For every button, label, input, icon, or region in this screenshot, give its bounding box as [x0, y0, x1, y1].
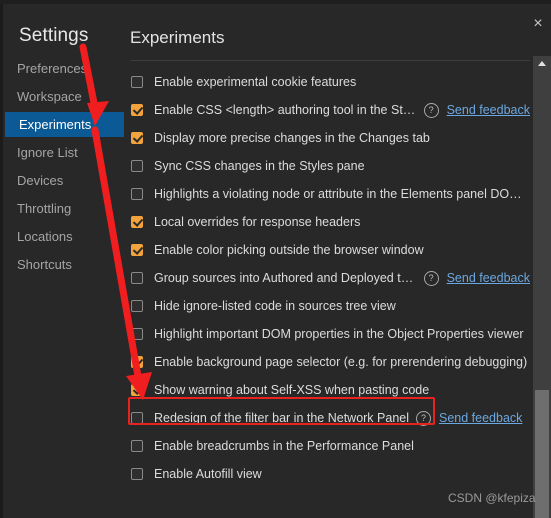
experiment-label: Enable Autofill view: [154, 467, 262, 481]
experiment-label: Highlights a violating node or attribute…: [154, 187, 530, 201]
checkbox-unchecked-icon[interactable]: [131, 76, 143, 88]
checkbox-checked-icon[interactable]: [131, 384, 143, 396]
experiment-row[interactable]: Display more precise changes in the Chan…: [125, 124, 530, 152]
sidebar-item-label: Locations: [17, 229, 73, 244]
checkbox-checked-icon[interactable]: [131, 216, 143, 228]
checkbox-unchecked-icon[interactable]: [131, 440, 143, 452]
experiment-row[interactable]: Show warning about Self-XSS when pasting…: [125, 376, 530, 404]
experiment-label: Sync CSS changes in the Styles pane: [154, 159, 365, 173]
settings-content-pane: Experiments Enable experimental cookie f…: [125, 4, 551, 518]
experiment-row[interactable]: Enable background page selector (e.g. fo…: [125, 348, 530, 376]
experiment-label: Redesign of the filter bar in the Networ…: [154, 411, 409, 425]
experiment-row[interactable]: Enable breadcrumbs in the Performance Pa…: [125, 432, 530, 460]
experiment-label: Enable experimental cookie features: [154, 75, 357, 89]
checkbox-unchecked-icon[interactable]: [131, 412, 143, 424]
settings-sidebar: Settings Preferences Workspace Experiments…: [3, 4, 125, 518]
sidebar-item-label: Shortcuts: [17, 257, 72, 272]
page-title: Experiments: [130, 28, 225, 47]
sidebar-item-throttling[interactable]: Throttling: [3, 196, 125, 221]
experiment-row[interactable]: Enable color picking outside the browser…: [125, 236, 530, 264]
experiment-label: Display more precise changes in the Chan…: [154, 131, 430, 145]
sidebar-item-locations[interactable]: Locations: [3, 224, 125, 249]
experiment-label: Enable background page selector (e.g. fo…: [154, 355, 528, 369]
checkbox-unchecked-icon[interactable]: [131, 188, 143, 200]
sidebar-item-label: Preferences: [17, 61, 88, 76]
experiment-label: Highlight important DOM properties in th…: [154, 327, 524, 341]
experiment-row[interactable]: Hide ignore-listed code in sources tree …: [125, 292, 530, 320]
scroll-up-arrow-icon[interactable]: [533, 56, 551, 70]
send-feedback-link[interactable]: Send feedback: [447, 271, 530, 285]
checkbox-unchecked-icon[interactable]: [131, 272, 143, 284]
experiment-label: Group sources into Authored and Deployed…: [154, 271, 417, 285]
sidebar-item-preferences[interactable]: Preferences: [3, 56, 125, 81]
experiment-row[interactable]: Redesign of the filter bar in the Networ…: [125, 404, 530, 432]
checkbox-checked-icon[interactable]: [131, 244, 143, 256]
checkbox-unchecked-icon[interactable]: [131, 328, 143, 340]
checkbox-unchecked-icon[interactable]: [131, 300, 143, 312]
send-feedback-link[interactable]: Send feedback: [447, 103, 530, 117]
settings-dialog: Settings Preferences Workspace Experiments…: [0, 0, 551, 518]
sidebar-item-label: Devices: [17, 173, 64, 188]
sidebar-item-experiments[interactable]: Experiments: [5, 112, 124, 137]
sidebar-item-label: Experiments: [19, 117, 92, 132]
experiment-row[interactable]: Enable Autofill view: [125, 460, 530, 488]
sidebar-item-shortcuts[interactable]: Shortcuts: [3, 252, 125, 277]
close-icon[interactable]: ×: [528, 14, 548, 34]
experiment-row[interactable]: Highlights a violating node or attribute…: [125, 180, 530, 208]
checkbox-checked-icon[interactable]: [131, 356, 143, 368]
experiment-label: Hide ignore-listed code in sources tree …: [154, 299, 396, 313]
sidebar-title: Settings: [19, 25, 89, 46]
checkbox-checked-icon[interactable]: [131, 104, 143, 116]
experiment-label: Show warning about Self-XSS when pasting…: [154, 383, 430, 397]
help-question-icon[interactable]: ?: [423, 270, 439, 286]
experiment-row[interactable]: Sync CSS changes in the Styles pane: [125, 152, 530, 180]
sidebar-item-label: Ignore List: [17, 145, 78, 160]
experiment-row[interactable]: Group sources into Authored and Deployed…: [125, 264, 530, 292]
experiment-row[interactable]: Highlight important DOM properties in th…: [125, 320, 530, 348]
sidebar-item-devices[interactable]: Devices: [3, 168, 125, 193]
experiment-row[interactable]: Local overrides for response headers: [125, 208, 530, 236]
checkbox-unchecked-icon[interactable]: [131, 160, 143, 172]
experiment-label: Local overrides for response headers: [154, 215, 361, 229]
checkbox-checked-icon[interactable]: [131, 132, 143, 144]
scrollbar-thumb[interactable]: [535, 390, 549, 518]
experiment-label: Enable color picking outside the browser…: [154, 243, 424, 257]
checkbox-unchecked-icon[interactable]: [131, 468, 143, 480]
sidebar-item-ignore-list[interactable]: Ignore List: [3, 140, 125, 165]
experiments-list: Enable experimental cookie features Enabl…: [125, 68, 530, 488]
sidebar-item-label: Throttling: [17, 201, 72, 216]
sidebar-item-workspace[interactable]: Workspace: [3, 84, 125, 109]
sidebar-item-label: Workspace: [17, 89, 82, 104]
help-question-icon[interactable]: ?: [423, 102, 439, 118]
experiment-row[interactable]: Enable CSS <length> authoring tool in th…: [125, 96, 530, 124]
title-divider: [130, 60, 530, 61]
experiment-label: Enable CSS <length> authoring tool in th…: [154, 103, 417, 117]
send-feedback-link[interactable]: Send feedback: [439, 411, 522, 425]
help-question-icon[interactable]: ?: [416, 410, 431, 426]
experiment-row[interactable]: Enable experimental cookie features: [125, 68, 530, 96]
experiment-label: Enable breadcrumbs in the Performance Pa…: [154, 439, 414, 453]
content-scrollbar[interactable]: [533, 56, 551, 518]
